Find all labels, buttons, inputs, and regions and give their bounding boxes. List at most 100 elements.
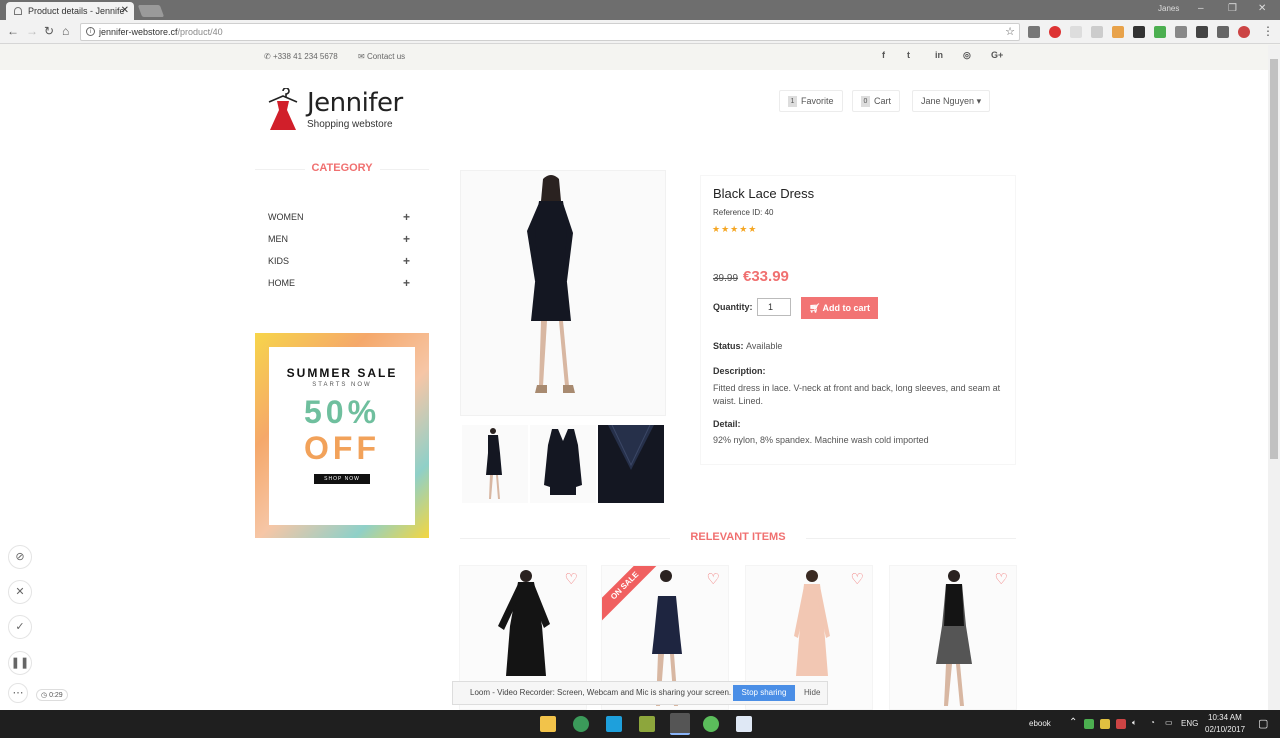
plus-icon[interactable]: + <box>403 254 410 268</box>
stop-sharing-button[interactable]: Stop sharing <box>733 685 795 701</box>
shop-now-button[interactable]: SHOP NOW <box>314 474 370 484</box>
finish-recording-icon[interactable]: ✓ <box>8 615 32 639</box>
category-men[interactable]: MEN + <box>268 232 412 246</box>
tray-app-icon[interactable] <box>1100 719 1110 729</box>
cart-icon: 🛒︎ <box>808 303 821 313</box>
extension-bw-icon[interactable] <box>1133 26 1145 38</box>
skype-icon[interactable] <box>606 716 622 732</box>
notifications-icon[interactable]: ▢ <box>1258 717 1268 730</box>
twitter-icon[interactable]: t <box>907 50 910 60</box>
category-women[interactable]: WOMEN + <box>268 210 412 224</box>
tray-app-icon[interactable] <box>1116 719 1126 729</box>
tab-title: Product details - Jennife <box>28 6 125 16</box>
keyboard-icon[interactable]: ▭ <box>1165 718 1173 727</box>
document-app-icon[interactable] <box>736 716 752 732</box>
heart-icon[interactable]: ♡ <box>707 570 720 588</box>
product-thumbnail[interactable] <box>462 425 528 503</box>
heart-icon[interactable]: ♡ <box>851 570 864 588</box>
plus-icon[interactable]: + <box>403 276 410 290</box>
dress-photo <box>527 175 575 393</box>
extension-cap-icon[interactable] <box>1217 26 1229 38</box>
user-menu-button[interactable]: Jane Nguyen ▾ <box>912 90 991 112</box>
dribbble-icon[interactable]: ◎ <box>963 50 971 61</box>
extension-android-icon[interactable] <box>1175 26 1187 38</box>
rss-extension-icon[interactable] <box>1112 26 1124 38</box>
logo-tagline: Shopping webstore <box>307 119 393 130</box>
add-to-cart-button[interactable]: 🛒︎ Add to cart <box>801 297 878 319</box>
category-kids[interactable]: KIDS + <box>268 254 412 268</box>
detail-label: Detail: <box>713 419 741 429</box>
page-scrollbar[interactable] <box>1268 45 1280 710</box>
camera-off-icon[interactable]: ⊘ <box>8 545 32 569</box>
scrollbar-thumb[interactable] <box>1270 59 1278 459</box>
browser-menu-icon[interactable]: ⋮ <box>1262 24 1274 38</box>
lambda-app-icon[interactable] <box>639 716 655 732</box>
summer-sale-banner[interactable]: SUMMER SALE STARTS NOW 50% OFF SHOP NOW <box>255 333 429 538</box>
hide-button[interactable]: Hide <box>804 682 820 704</box>
dress-logo-icon[interactable] <box>266 88 300 132</box>
tray-app-icon[interactable] <box>1084 719 1094 729</box>
site-info-icon[interactable]: i <box>86 27 95 36</box>
logo-name[interactable]: Jennifer <box>307 88 403 118</box>
extension-red-icon[interactable] <box>1049 26 1061 38</box>
pause-recording-icon[interactable]: ❚❚ <box>8 651 32 675</box>
status-label: Status: <box>713 341 744 351</box>
plus-icon[interactable]: + <box>403 210 410 224</box>
category-label: KIDS <box>268 256 290 266</box>
reload-icon[interactable]: ↻ <box>44 24 54 38</box>
ebook-toolbar-label[interactable]: ebook <box>1029 719 1051 728</box>
category-home[interactable]: HOME + <box>268 276 412 290</box>
clock-date[interactable]: 02/10/2017 <box>1205 725 1245 734</box>
product-card[interactable]: ♡ <box>889 565 1017 710</box>
gmail-extension-icon[interactable] <box>1028 26 1040 38</box>
product-thumbnail[interactable] <box>530 425 596 503</box>
close-tab-icon[interactable]: ✕ <box>121 2 129 20</box>
user-name: Jane Nguyen <box>921 96 975 106</box>
globe-app-icon[interactable] <box>573 716 589 732</box>
profile-name[interactable]: Janes <box>1158 4 1179 13</box>
minimize-icon[interactable]: – <box>1198 3 1204 14</box>
tray-expand-icon[interactable]: ⌃ <box>1069 717 1077 728</box>
chrome-taskbar-icon[interactable] <box>670 713 690 735</box>
phone-link[interactable]: ✆ +338 41 234 5678 <box>264 52 338 61</box>
back-icon[interactable]: ← <box>7 24 19 38</box>
facebook-icon[interactable]: f <box>882 50 885 60</box>
green-app-icon[interactable] <box>703 716 719 732</box>
extension-chrome-icon[interactable] <box>1238 26 1250 38</box>
browser-toolbar: ← → ↻ ⌂ i jennifer-webstore.cf/product/4… <box>0 20 1280 44</box>
clock-time[interactable]: 10:34 AM <box>1208 713 1242 722</box>
product-thumbnail[interactable] <box>598 424 664 503</box>
promo-off: OFF <box>304 430 380 466</box>
extension-puzzle-icon[interactable] <box>1091 26 1103 38</box>
file-explorer-icon[interactable] <box>540 716 556 732</box>
product-main-image[interactable] <box>460 170 666 416</box>
contact-link[interactable]: ✉ Contact us <box>358 52 405 61</box>
rating-stars: ★★★★★ <box>712 224 758 234</box>
quantity-input[interactable]: 1 <box>757 298 791 316</box>
new-tab-button[interactable] <box>137 5 165 17</box>
address-bar[interactable]: i jennifer-webstore.cf/product/40 ☆ <box>80 23 1020 41</box>
plus-icon[interactable]: + <box>403 232 410 246</box>
volume-icon[interactable]: 🔈︎ <box>1132 718 1137 728</box>
extension-green-icon[interactable] <box>1154 26 1166 38</box>
more-options-icon[interactable]: ⋯ <box>8 683 28 703</box>
restore-icon[interactable]: ❐ <box>1228 3 1237 14</box>
cancel-recording-icon[interactable]: ✕ <box>8 580 32 604</box>
bookmark-star-icon[interactable]: ☆ <box>1005 24 1015 40</box>
window-close-icon[interactable]: ✕ <box>1258 3 1266 14</box>
recording-timer: ◷ 0:29 <box>36 689 68 701</box>
linkedin-icon[interactable]: in <box>935 50 943 60</box>
cart-button[interactable]: 0 Cart <box>852 90 901 112</box>
forward-icon[interactable]: → <box>26 24 38 38</box>
network-icon[interactable]: ◔ <box>1150 718 1155 727</box>
browser-tab[interactable]: Product details - Jennife ✕ <box>6 2 134 20</box>
language-indicator[interactable]: ENG <box>1181 719 1198 728</box>
google-plus-icon[interactable]: G+ <box>991 50 1003 60</box>
caret-down-icon: ▾ <box>976 96 982 106</box>
extension-dark-icon[interactable] <box>1196 26 1208 38</box>
home-icon[interactable]: ⌂ <box>62 24 69 38</box>
favorite-button[interactable]: 1 Favorite <box>779 90 843 112</box>
heart-icon[interactable]: ♡ <box>565 570 578 588</box>
extension-grey-icon[interactable] <box>1070 26 1082 38</box>
heart-icon[interactable]: ♡ <box>995 570 1008 588</box>
